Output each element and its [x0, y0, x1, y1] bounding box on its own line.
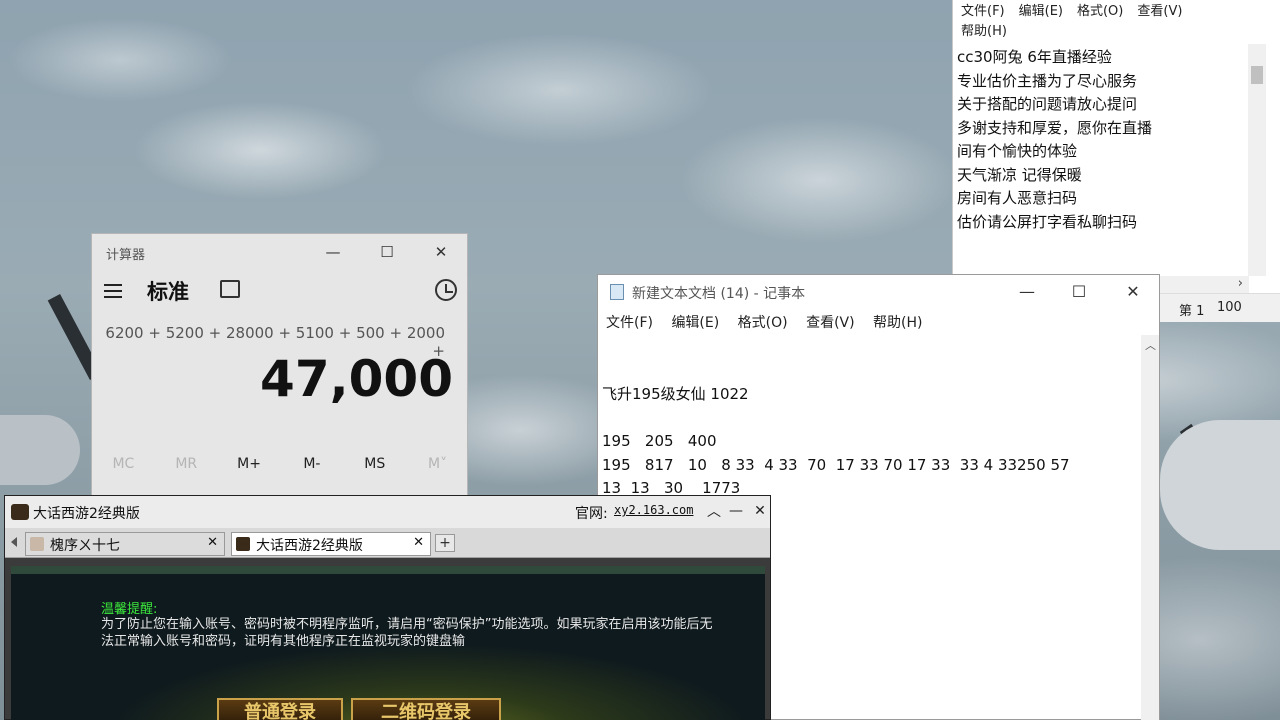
memory-list-button[interactable]: M˅	[408, 446, 468, 482]
game-login-stage: 温馨提醒: 为了防止您在输入账号、密码时被不明程序监听，请启用“密码保护”功能选…	[11, 566, 765, 720]
game-titlebar: 大话西游2经典版 官网: xy2.163.com ︿ — ✕	[5, 496, 770, 528]
menu-format[interactable]: 格式(O)	[738, 315, 788, 331]
mr-button[interactable]: MR	[156, 446, 216, 482]
text-line: 关于搭配的问题请放心提问	[957, 95, 1138, 113]
text-line: 多谢支持和厚爱，愿你在直播	[957, 118, 1153, 137]
notepad-icon	[610, 284, 624, 300]
minimize-button[interactable]: —	[1000, 275, 1054, 307]
text-line: 间有个愉快的体验	[957, 142, 1078, 160]
vertical-scrollbar[interactable]: ︿	[1141, 335, 1159, 720]
game-tabbar: 槐序ㄨ十七 ✕ 大话西游2经典版 ✕ +	[5, 528, 770, 558]
game-tab-icon	[236, 537, 250, 551]
game-app-icon	[11, 504, 29, 520]
game-launcher-window: 大话西游2经典版 官网: xy2.163.com ︿ — ✕ 槐序ㄨ十七 ✕ 大…	[4, 495, 771, 720]
game-title: 大话西游2经典版	[33, 506, 140, 522]
menu-file[interactable]: 文件(F)	[606, 315, 653, 331]
qr-login-button[interactable]: 二维码登录	[351, 698, 501, 720]
m-minus-button[interactable]: M-	[282, 446, 342, 482]
keep-on-top-icon[interactable]	[220, 280, 240, 298]
menu-view[interactable]: 查看(V)	[1137, 4, 1182, 19]
tab-label: 槐序ㄨ十七	[50, 538, 120, 554]
minimize-button[interactable]: —	[306, 234, 360, 270]
notepad-main-title: 新建文本文档 (14) - 记事本	[632, 286, 806, 302]
chevron-right-icon[interactable]: ›	[1238, 276, 1243, 291]
avatar	[30, 537, 44, 551]
text-line: 专业估价主播为了尽心服务	[957, 71, 1138, 90]
notepad-main-titlebar: 新建文本文档 (14) - 记事本 — ☐ ✕	[598, 275, 1159, 309]
notepad-top-text[interactable]: cc30阿兔 6年直播经验 专业估价主播为了尽心服务 关于搭配的问题请放心提问 …	[953, 44, 1249, 272]
calculator-expression: 6200 + 5200 + 28000 + 5100 + 500 + 2000 …	[105, 324, 445, 360]
menu-icon[interactable]	[104, 280, 126, 302]
text-line: 天气渐凉 记得保暖	[957, 165, 1082, 184]
memory-row: MC MR M+ M- MS M˅	[92, 446, 469, 482]
menu-format[interactable]: 格式(O)	[1077, 4, 1123, 19]
close-button[interactable]: ✕	[1106, 275, 1160, 307]
close-button[interactable]: ✕	[749, 500, 771, 522]
scroll-thumb[interactable]	[1251, 66, 1263, 84]
notepad-main-menubar: 文件(F) 编辑(E) 格式(O) 查看(V) 帮助(H)	[598, 309, 1159, 335]
menu-view[interactable]: 查看(V)	[806, 315, 855, 331]
maximize-button[interactable]: ☐	[1052, 275, 1106, 307]
menu-help[interactable]: 帮助(H)	[961, 24, 1007, 39]
site-label: 官网:	[575, 506, 608, 522]
mc-button[interactable]: MC	[93, 446, 153, 482]
menu-file[interactable]: 文件(F)	[961, 4, 1005, 19]
calculator-result: 47,000	[260, 350, 453, 408]
text-line: 房间有人恶意扫码	[957, 189, 1078, 207]
menu-edit[interactable]: 编辑(E)	[671, 315, 719, 331]
tab-game[interactable]: 大话西游2经典版 ✕	[231, 532, 431, 556]
menu-edit[interactable]: 编辑(E)	[1019, 4, 1063, 19]
menu-help[interactable]: 帮助(H)	[873, 315, 922, 331]
close-tab-icon[interactable]: ✕	[413, 535, 424, 550]
calculator-mode: 标准	[147, 280, 189, 304]
tab-scroll-left-icon[interactable]	[11, 537, 17, 547]
maximize-button[interactable]: ☐	[360, 234, 414, 270]
vertical-scrollbar[interactable]	[1248, 44, 1266, 276]
notice-title: 温馨提醒:	[101, 602, 158, 617]
add-tab-button[interactable]: +	[435, 534, 455, 552]
close-tab-icon[interactable]: ✕	[207, 535, 218, 550]
text-line: cc30阿兔 6年直播经验	[957, 48, 1112, 66]
history-icon[interactable]	[435, 279, 457, 301]
calculator-window: 计算器 — ☐ ✕ 标准 6200 + 5200 + 28000 + 5100 …	[91, 233, 468, 503]
ms-button[interactable]: MS	[345, 446, 405, 482]
tab-account[interactable]: 槐序ㄨ十七 ✕	[25, 532, 225, 556]
site-link[interactable]: xy2.163.com	[614, 503, 693, 517]
m-plus-button[interactable]: M+	[219, 446, 279, 482]
tab-label: 大话西游2经典版	[256, 538, 363, 554]
calculator-title: 计算器	[106, 248, 146, 263]
collapse-icon[interactable]: ︿	[703, 500, 725, 522]
notepad-top-menubar: 文件(F) 编辑(E) 格式(O) 查看(V) 帮助(H)	[953, 0, 1280, 44]
status-zoom: 100	[1217, 300, 1242, 315]
plane-body-left	[0, 415, 80, 485]
close-button[interactable]: ✕	[414, 234, 468, 270]
normal-login-button[interactable]: 普通登录	[217, 698, 343, 720]
plane-body-right	[1160, 420, 1280, 550]
calculator-header: 标准	[92, 270, 467, 314]
text-line: 估价请公屏打字看私聊扫码	[957, 212, 1138, 231]
calculator-titlebar: 计算器 — ☐ ✕	[92, 234, 467, 270]
chevron-up-icon[interactable]: ︿	[1145, 337, 1156, 353]
status-line: 第 1	[1179, 304, 1205, 319]
minimize-button[interactable]: —	[725, 500, 747, 522]
notice-body: 为了防止您在输入账号、密码时被不明程序监听，请启用“密码保护”功能选项。如果玩家…	[101, 617, 713, 649]
